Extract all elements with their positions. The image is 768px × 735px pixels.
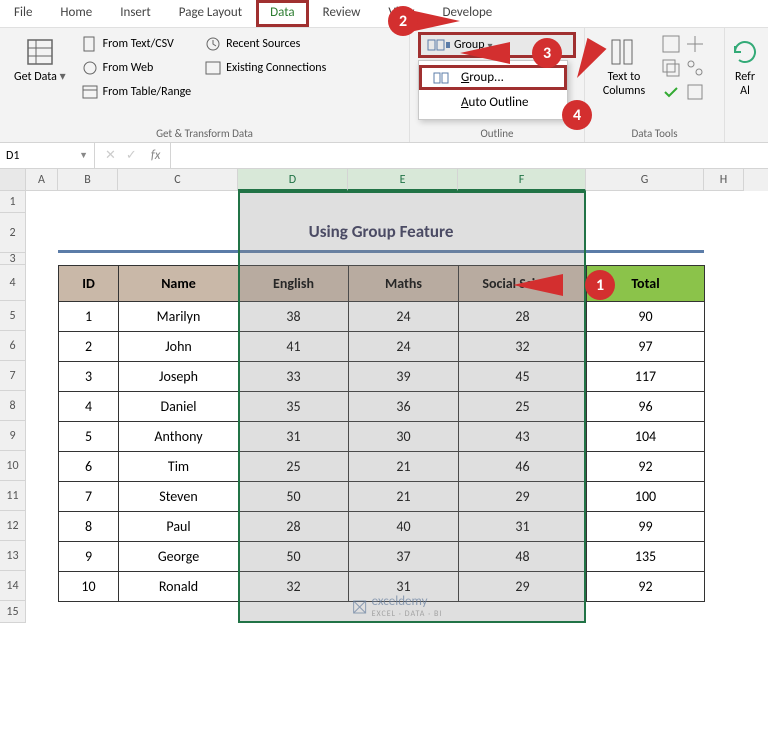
data-table: IDNameEnglishMathsSocial ScienceTotal1Ma… xyxy=(58,265,705,602)
table-row[interactable]: 4Daniel35362596 xyxy=(59,392,705,422)
row-header-7[interactable]: 7 xyxy=(0,361,26,391)
row-header-3[interactable]: 3 xyxy=(0,253,26,265)
row-header-8[interactable]: 8 xyxy=(0,391,26,421)
tab-home[interactable]: Home xyxy=(46,0,106,27)
row-header-14[interactable]: 14 xyxy=(0,571,26,601)
consolidate-icon[interactable] xyxy=(685,34,705,54)
table-header[interactable]: Maths xyxy=(349,266,459,302)
table-row[interactable]: 1Marilyn38242890 xyxy=(59,302,705,332)
row-header-10[interactable]: 10 xyxy=(0,451,26,481)
table-icon xyxy=(82,84,98,100)
group-icon xyxy=(433,71,453,85)
from-web-button[interactable]: From Web xyxy=(78,58,196,78)
ribbon-group-get-transform: Get Data ▾ From Text/CSV From Web From T… xyxy=(0,28,410,142)
row-header-6[interactable]: 6 xyxy=(0,331,26,361)
fx-label[interactable]: fx xyxy=(151,148,161,163)
spreadsheet-grid: ABCDEFGH 123456789101112131415 Using Gro… xyxy=(0,169,768,623)
row-header-9[interactable]: 9 xyxy=(0,421,26,451)
col-header-D[interactable]: D xyxy=(238,169,348,191)
data-tools-icons xyxy=(661,32,705,125)
get-data-button[interactable]: Get Data ▾ xyxy=(8,32,72,125)
col-header-F[interactable]: F xyxy=(458,169,586,191)
table-row[interactable]: 7Steven502129100 xyxy=(59,482,705,512)
ribbon: Get Data ▾ From Text/CSV From Web From T… xyxy=(0,28,768,143)
col-header-H[interactable]: H xyxy=(704,169,744,191)
table-header[interactable]: English xyxy=(239,266,349,302)
columns-icon xyxy=(608,36,640,68)
tab-file[interactable]: File xyxy=(0,0,46,27)
table-row[interactable]: 2John41243297 xyxy=(59,332,705,362)
tab-data[interactable]: Data xyxy=(256,0,309,27)
table-row[interactable]: 6Tim25214692 xyxy=(59,452,705,482)
row-header-15[interactable]: 15 xyxy=(0,601,26,623)
enter-icon[interactable]: ✓ xyxy=(126,148,137,163)
formula-bar: D1▼ ✕ ✓ fx xyxy=(0,143,768,169)
table-header[interactable]: Name xyxy=(119,266,239,302)
row-header-2[interactable]: 2 xyxy=(0,213,26,253)
select-all-corner[interactable] xyxy=(0,169,26,191)
dropdown-group[interactable]: Group... xyxy=(419,65,567,90)
remove-duplicates-icon[interactable] xyxy=(661,58,681,78)
globe-icon xyxy=(82,60,98,76)
clock-icon xyxy=(205,36,221,52)
row-header-5[interactable]: 5 xyxy=(0,301,26,331)
link-icon xyxy=(205,60,221,76)
ribbon-group-refresh: Refr Al xyxy=(725,28,765,142)
ribbon-group-label: Get & Transform Data xyxy=(8,125,401,140)
tab-page-layout[interactable]: Page Layout xyxy=(165,0,256,27)
database-icon xyxy=(24,36,56,68)
row-header-13[interactable]: 13 xyxy=(0,541,26,571)
row-header-1[interactable]: 1 xyxy=(0,191,26,213)
tab-review[interactable]: Review xyxy=(309,0,375,27)
table-row[interactable]: 8Paul28403199 xyxy=(59,512,705,542)
group-dropdown: Group... Auto Outline xyxy=(418,60,568,120)
formula-input[interactable] xyxy=(171,143,768,168)
name-box[interactable]: D1▼ xyxy=(0,143,95,168)
table-row[interactable]: 3Joseph333945117 xyxy=(59,362,705,392)
recent-sources-button[interactable]: Recent Sources xyxy=(201,34,330,54)
col-header-G[interactable]: G xyxy=(586,169,704,191)
row-header-4[interactable]: 4 xyxy=(0,265,26,301)
flash-fill-icon[interactable] xyxy=(661,34,681,54)
row-header-11[interactable]: 11 xyxy=(0,481,26,511)
relationships-icon[interactable] xyxy=(685,58,705,78)
refresh-icon xyxy=(729,36,761,68)
tab-insert[interactable]: Insert xyxy=(106,0,165,27)
col-header-E[interactable]: E xyxy=(348,169,458,191)
cancel-icon[interactable]: ✕ xyxy=(105,148,116,163)
file-icon xyxy=(82,36,98,52)
col-header-B[interactable]: B xyxy=(58,169,118,191)
col-header-A[interactable]: A xyxy=(26,169,58,191)
existing-connections-button[interactable]: Existing Connections xyxy=(201,58,330,78)
group-icon xyxy=(427,37,451,53)
sheet-title: Using Group Feature xyxy=(58,213,704,253)
ribbon-tabs: File Home Insert Page Layout Data Review… xyxy=(0,0,768,28)
table-row[interactable]: 5Anthony313043104 xyxy=(59,422,705,452)
ribbon-group-label-outline: Outline xyxy=(418,125,576,140)
ribbon-group-label-tools: Data Tools xyxy=(593,125,716,140)
table-header[interactable]: ID xyxy=(59,266,119,302)
row-header-12[interactable]: 12 xyxy=(0,511,26,541)
table-row[interactable]: 9George503748135 xyxy=(59,542,705,572)
refresh-all-button[interactable]: Refr Al xyxy=(733,32,757,103)
logo-icon xyxy=(352,599,368,615)
data-validation-icon[interactable] xyxy=(661,82,681,102)
dropdown-auto-outline[interactable]: Auto Outline xyxy=(419,90,567,115)
ribbon-group-data-tools: Text to Columns Data Tools xyxy=(585,28,725,142)
manage-data-icon[interactable] xyxy=(685,82,705,102)
watermark: exceldemyEXCEL · DATA · BI xyxy=(352,594,443,619)
from-table-button[interactable]: From Table/Range xyxy=(78,82,196,102)
from-text-csv-button[interactable]: From Text/CSV xyxy=(78,34,196,54)
col-header-C[interactable]: C xyxy=(118,169,238,191)
